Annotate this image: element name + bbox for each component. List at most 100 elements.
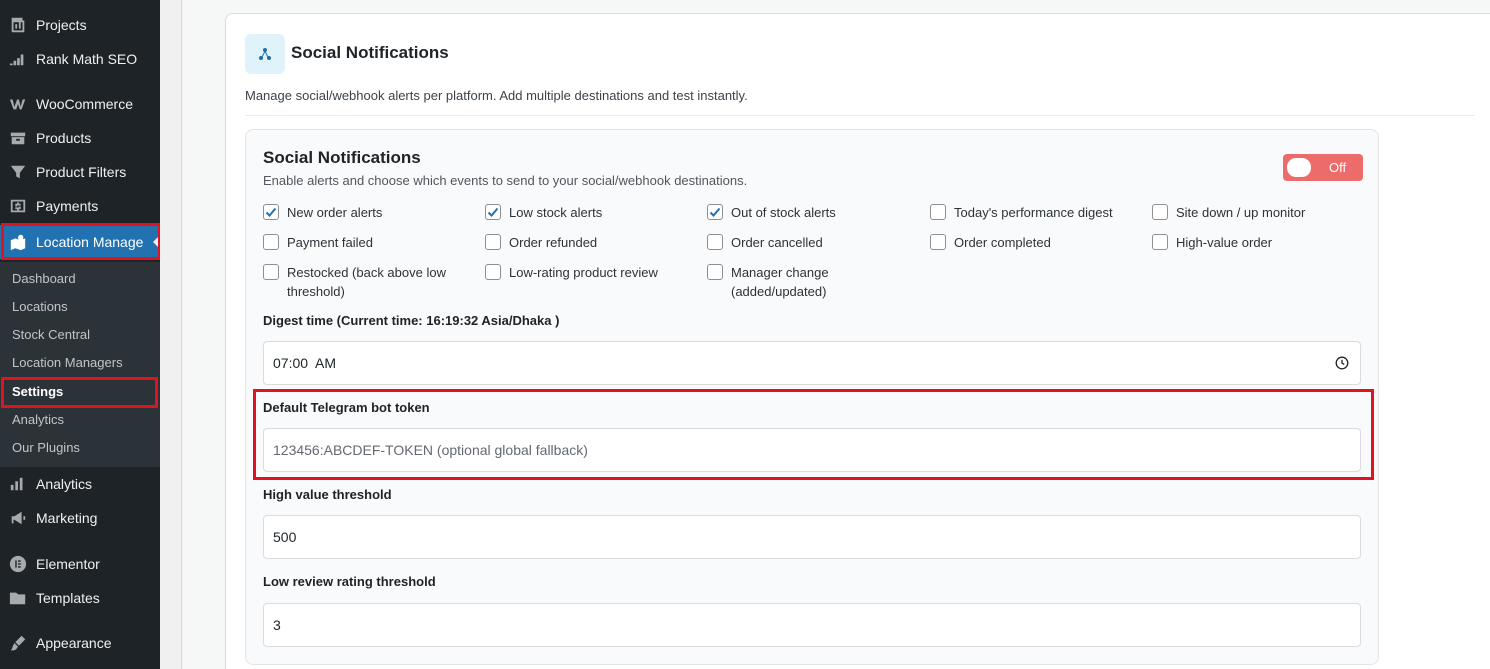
checkbox-out-of-stock-alerts[interactable]: Out of stock alerts xyxy=(707,203,836,222)
products-icon xyxy=(8,128,28,148)
share-icon xyxy=(245,34,285,74)
sidebar-item-woocommerce[interactable]: WooCommerce xyxy=(0,87,160,121)
digest-time-label: Digest time (Current time: 16:19:32 Asia… xyxy=(263,313,560,328)
checkbox-label: New order alerts xyxy=(287,205,383,220)
checkbox-label: Order cancelled xyxy=(731,235,823,250)
checkbox-unchecked[interactable] xyxy=(930,204,946,220)
payments-icon xyxy=(8,196,28,216)
checkbox-restocked[interactable]: Restocked (back above low threshold) xyxy=(263,263,463,301)
digest-time-field-wrap xyxy=(263,341,1361,385)
analytics-icon xyxy=(8,474,28,494)
checkbox-order-cancelled[interactable]: Order cancelled xyxy=(707,233,823,252)
submenu-item-settings[interactable]: Settings xyxy=(12,384,63,399)
sidebar-gutter xyxy=(160,0,182,669)
checkbox-unchecked[interactable] xyxy=(707,264,723,280)
checkbox-unchecked[interactable] xyxy=(707,234,723,250)
checkbox-label: Low-rating product review xyxy=(509,265,658,280)
rank-math-icon xyxy=(8,49,28,69)
checkbox-high-value-order[interactable]: High-value order xyxy=(1152,233,1272,252)
checkbox-unchecked[interactable] xyxy=(1152,234,1168,250)
sidebar-item-elementor[interactable]: Elementor xyxy=(0,547,160,581)
card-description: Enable alerts and choose which events to… xyxy=(263,173,748,188)
checkbox-label: Order refunded xyxy=(509,235,598,250)
settings-card: Social Notifications Enable alerts and c… xyxy=(245,129,1379,665)
checkbox-checked[interactable] xyxy=(485,204,501,220)
checkbox-performance-digest[interactable]: Today's performance digest xyxy=(930,203,1113,222)
checkbox-order-completed[interactable]: Order completed xyxy=(930,233,1051,252)
sidebar-item-marketing[interactable]: Marketing xyxy=(0,501,160,535)
submenu-item-dashboard[interactable]: Dashboard xyxy=(12,271,76,286)
active-indicator xyxy=(153,235,160,249)
checkbox-unchecked[interactable] xyxy=(263,234,279,250)
checkbox-unchecked[interactable] xyxy=(1152,204,1168,220)
brush-icon xyxy=(8,633,28,653)
sidebar-item-templates[interactable]: Templates xyxy=(0,581,160,615)
sidebar-item-payments[interactable]: Payments xyxy=(0,189,160,223)
checkbox-label: Today's performance digest xyxy=(954,205,1113,220)
sidebar-item-label: Elementor xyxy=(36,556,100,572)
sidebar-item-label: WooCommerce xyxy=(36,96,133,112)
sidebar-item-label: Templates xyxy=(36,590,100,606)
checkbox-label: High-value order xyxy=(1176,235,1273,250)
admin-sidebar: Projects Rank Math SEO WooCommerce Produ… xyxy=(0,0,161,669)
checkbox-manager-change[interactable]: Manager change (added/updated) xyxy=(707,263,857,301)
telegram-token-input[interactable] xyxy=(263,428,1361,472)
sidebar-item-product-filters[interactable]: Product Filters xyxy=(0,155,160,189)
sidebar-item-location-manage[interactable]: Location Manage xyxy=(0,225,160,259)
notifications-toggle[interactable]: Off xyxy=(1283,154,1363,181)
check-icon xyxy=(265,207,277,217)
sidebar-item-label: Rank Math SEO xyxy=(36,51,138,67)
checkbox-order-refunded[interactable]: Order refunded xyxy=(485,233,597,252)
low-review-threshold-input[interactable] xyxy=(263,603,1361,647)
checkbox-unchecked[interactable] xyxy=(930,234,946,250)
checkbox-unchecked[interactable] xyxy=(263,264,279,280)
checkbox-new-order-alerts[interactable]: New order alerts xyxy=(263,203,382,222)
sidebar-item-label: Product Filters xyxy=(36,164,127,180)
submenu-item-analytics[interactable]: Analytics xyxy=(12,412,64,427)
check-icon xyxy=(487,207,499,217)
checkbox-unchecked[interactable] xyxy=(485,264,501,280)
high-value-threshold-input[interactable] xyxy=(263,515,1361,559)
checkbox-label: Site down / up monitor xyxy=(1176,205,1306,220)
sidebar-item-appearance[interactable]: Appearance xyxy=(0,626,160,660)
high-value-threshold-label: High value threshold xyxy=(263,487,392,502)
checkbox-label: Manager change (added/updated) xyxy=(731,265,829,299)
checkbox-unchecked[interactable] xyxy=(485,234,501,250)
megaphone-icon xyxy=(8,508,28,528)
sidebar-item-label: Products xyxy=(36,130,92,146)
submenu-item-locations[interactable]: Locations xyxy=(12,299,68,314)
checkbox-low-stock-alerts[interactable]: Low stock alerts xyxy=(485,203,602,222)
elementor-icon xyxy=(8,554,28,574)
sidebar-item-label: Marketing xyxy=(36,510,98,526)
checkbox-label: Low stock alerts xyxy=(509,205,603,220)
card-title: Social Notifications xyxy=(263,148,421,167)
woocommerce-icon xyxy=(8,94,28,114)
checkbox-label: Restocked (back above low threshold) xyxy=(287,265,446,299)
checkbox-label: Order completed xyxy=(954,235,1051,250)
submenu-item-our-plugins[interactable]: Our Plugins xyxy=(12,440,80,455)
sidebar-item-label: Projects xyxy=(36,17,87,33)
sidebar-item-analytics[interactable]: Analytics xyxy=(0,467,160,501)
telegram-token-label: Default Telegram bot token xyxy=(263,400,430,415)
checkbox-checked[interactable] xyxy=(707,204,723,220)
submenu-item-stock-central[interactable]: Stock Central xyxy=(12,327,90,342)
filter-icon xyxy=(8,162,28,182)
panel-description: Manage social/webhook alerts per platfor… xyxy=(245,88,748,103)
location-submenu: Dashboard Locations Stock Central Locati… xyxy=(0,262,160,467)
checkbox-site-monitor[interactable]: Site down / up monitor xyxy=(1152,203,1305,222)
toggle-knob xyxy=(1287,158,1311,177)
checkbox-low-rating-review[interactable]: Low-rating product review xyxy=(485,263,658,282)
checkbox-checked[interactable] xyxy=(263,204,279,220)
location-icon xyxy=(8,232,28,252)
sidebar-item-rank-math[interactable]: Rank Math SEO xyxy=(0,42,160,76)
sidebar-item-products[interactable]: Products xyxy=(0,121,160,155)
checkbox-label: Payment failed xyxy=(287,235,373,250)
submenu-item-location-managers[interactable]: Location Managers xyxy=(12,355,123,370)
social-notifications-panel: Social Notifications Manage social/webho… xyxy=(225,13,1490,669)
digest-time-input[interactable] xyxy=(263,341,1361,385)
folder-icon xyxy=(8,588,28,608)
check-icon xyxy=(709,207,721,217)
sidebar-item-projects[interactable]: Projects xyxy=(0,8,160,42)
checkbox-payment-failed[interactable]: Payment failed xyxy=(263,233,373,252)
clock-icon[interactable] xyxy=(1335,356,1349,370)
